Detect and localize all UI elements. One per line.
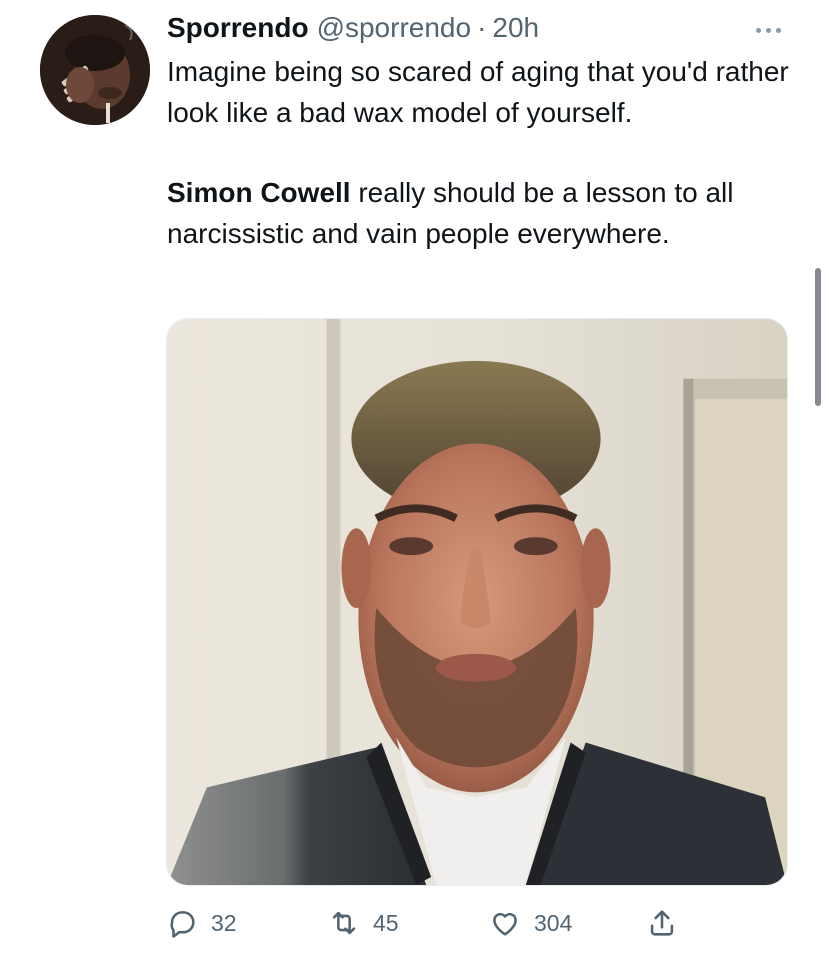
author-name[interactable]: Sporrendo <box>167 12 309 44</box>
mention-simon-cowell[interactable]: Simon Cowell <box>167 177 351 208</box>
reply-count: 32 <box>211 909 237 936</box>
tweet-photo[interactable] <box>166 318 788 886</box>
separator-dot: · <box>477 12 487 43</box>
share-icon <box>650 910 674 936</box>
like-button[interactable]: 304 <box>488 898 572 948</box>
tweet-text: Imagine being so scared of aging that yo… <box>167 52 797 254</box>
tweet-text-paragraph-2: Simon Cowell really should be a lesson t… <box>167 173 797 254</box>
tweet-header: Sporrendo @sporrendo · 20h <box>167 12 539 48</box>
tweet-time[interactable]: 20h <box>492 12 539 44</box>
share-button[interactable] <box>645 898 679 948</box>
tweet[interactable]: Sporrendo @sporrendo · 20h Imagine being… <box>0 0 829 962</box>
reply-button[interactable]: 32 <box>165 898 237 948</box>
retweet-count: 45 <box>373 909 399 936</box>
like-count: 304 <box>534 909 573 936</box>
tweet-actions: 32 45 304 <box>0 898 829 948</box>
reply-icon <box>170 911 195 938</box>
more-horizontal-icon[interactable] <box>748 15 788 45</box>
retweet-icon <box>332 911 356 935</box>
author-handle[interactable]: @sporrendo <box>317 12 472 44</box>
author-avatar[interactable] <box>40 15 150 125</box>
tweet-text-paragraph-1: Imagine being so scared of aging that yo… <box>167 56 789 128</box>
photo-image <box>167 319 787 885</box>
heart-icon <box>493 912 517 936</box>
retweet-button[interactable]: 45 <box>327 898 399 948</box>
scrollbar-thumb[interactable] <box>815 268 821 406</box>
avatar-image <box>40 15 150 125</box>
